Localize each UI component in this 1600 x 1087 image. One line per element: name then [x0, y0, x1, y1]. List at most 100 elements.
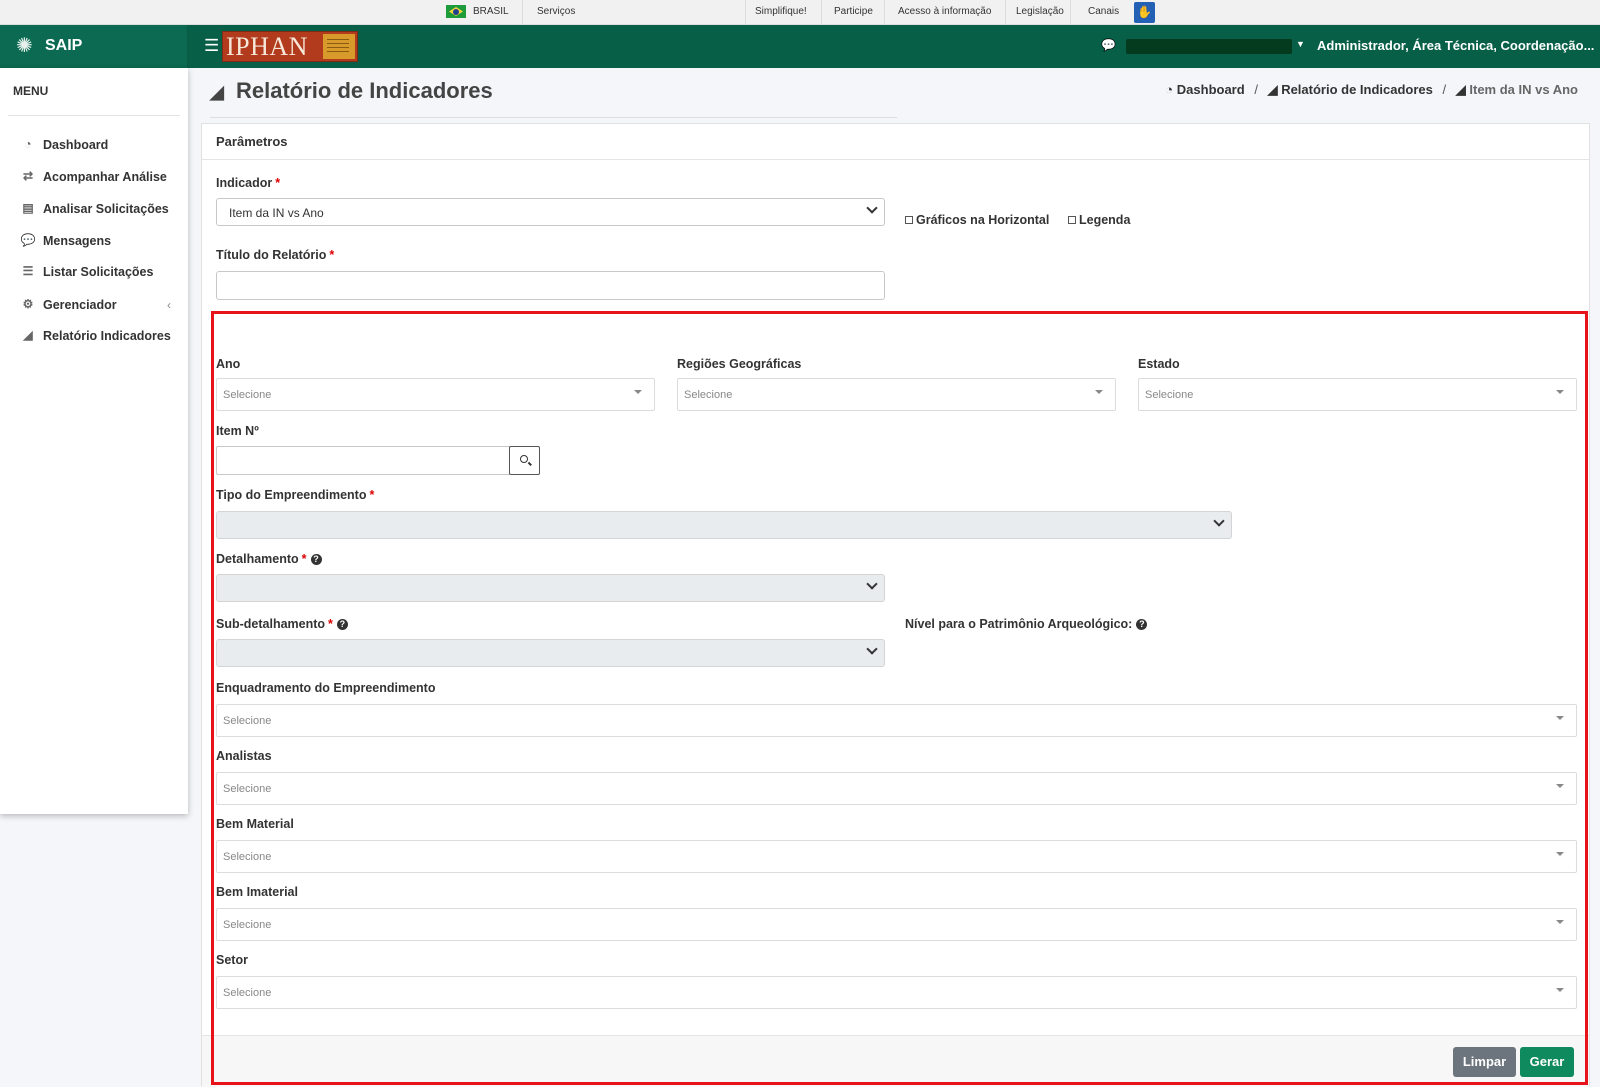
horizontal-checkbox[interactable]: Gráficos na Horizontal [905, 213, 1049, 227]
sidebar: MENU ◔ Dashboard ⇄ Acompanhar Análise ▤ … [0, 68, 188, 814]
caret-down-icon [1556, 988, 1564, 992]
breadcrumb-current: Item da IN vs Ano [1469, 82, 1578, 97]
estado-label: Estado [1138, 357, 1180, 371]
sidebar-item-label: Dashboard [43, 138, 109, 152]
checkbox-box[interactable] [905, 216, 913, 224]
search-button[interactable] [509, 446, 540, 475]
gov-legislacao-link[interactable]: Legislação [1016, 6, 1064, 17]
breadcrumb-relatorio[interactable]: Relatório de Indicadores [1281, 82, 1433, 97]
page-title: ◢ Relatório de Indicadores [210, 78, 493, 104]
analistas-select[interactable]: Selecione [216, 772, 1577, 805]
chevron-down-icon [866, 578, 878, 590]
setor-label: Setor [216, 953, 248, 967]
gov-simplifique-link[interactable]: Simplifique! [755, 6, 807, 17]
menu-toggle-icon[interactable]: ☰ [204, 36, 219, 56]
indicador-label: Indicador * [216, 176, 281, 190]
sidebar-item-acompanhar-analise[interactable]: ⇄ Acompanhar Análise [0, 165, 188, 189]
breadcrumb-dashboard[interactable]: Dashboard [1177, 82, 1245, 97]
select-placeholder: Selecione [223, 851, 272, 863]
gov-bar: BRASIL Serviços Simplifique! Participe A… [0, 0, 1600, 25]
ano-select[interactable]: Selecione [216, 378, 655, 411]
item-label: Item Nº [216, 424, 259, 438]
titulo-input[interactable] [216, 271, 885, 300]
list-icon: ☰ [22, 264, 34, 278]
select-placeholder: Selecione [684, 389, 733, 401]
sidebar-divider [8, 115, 180, 116]
question-circle-icon[interactable]: ? [310, 554, 322, 565]
item-input[interactable] [216, 446, 510, 475]
regioes-select[interactable]: Selecione [677, 378, 1116, 411]
chat-icon[interactable]: 💬 [1101, 38, 1116, 52]
dashboard-icon: ◔ [1165, 82, 1174, 97]
sidebar-item-label: Acompanhar Análise [43, 170, 167, 184]
comments-icon: 💬 [20, 233, 36, 247]
dashboard-icon: ◔ [24, 137, 32, 151]
sidebar-item-label: Analisar Solicitações [43, 202, 169, 216]
brazil-flag-icon [446, 5, 466, 18]
limpar-button[interactable]: Limpar [1453, 1047, 1516, 1077]
chevron-down-icon [1213, 515, 1225, 527]
question-circle-icon[interactable]: ? [1136, 619, 1148, 630]
search-icon [520, 455, 528, 463]
bem-material-select[interactable]: Selecione [216, 840, 1577, 873]
titulo-label: Título do Relatório * [216, 248, 335, 262]
enquadramento-label: Enquadramento do Empreendimento [216, 681, 436, 695]
app-name: SAIP [45, 37, 83, 54]
gov-brasil-link[interactable]: BRASIL [473, 6, 509, 17]
legenda-checkbox[interactable]: Legenda [1068, 213, 1130, 227]
breadcrumb: ◔ Dashboard / ◢ Relatório de Indicadores… [1165, 82, 1578, 97]
bem-imaterial-label: Bem Imaterial [216, 885, 298, 899]
iphan-logo: IPHAN [222, 31, 358, 62]
area-chart-icon: ◢ [23, 328, 33, 342]
checkbox-box[interactable] [1068, 216, 1076, 224]
gov-servicos-link[interactable]: Serviços [537, 6, 575, 17]
caret-down-icon [1556, 852, 1564, 856]
user-name-redacted[interactable] [1126, 39, 1292, 54]
sidebar-item-label: Listar Solicitações [43, 265, 154, 279]
tipo-select[interactable] [216, 511, 1232, 539]
analistas-label: Analistas [216, 749, 272, 763]
caret-down-icon [1556, 920, 1564, 924]
caret-down-icon [1095, 390, 1103, 394]
gov-canais-link[interactable]: Canais [1088, 6, 1119, 17]
sidebar-item-mensagens[interactable]: 💬 Mensagens [0, 229, 188, 253]
enquadramento-select[interactable]: Selecione [216, 704, 1577, 737]
sidebar-item-listar-solicitacoes[interactable]: ☰ Listar Solicitações [0, 260, 188, 284]
gov-participe-link[interactable]: Participe [834, 6, 873, 17]
caret-down-icon [634, 390, 642, 394]
tipo-label: Tipo do Empreendimento * [216, 488, 375, 502]
gov-acesso-link[interactable]: Acesso à informação [898, 6, 991, 17]
bem-imaterial-select[interactable]: Selecione [216, 908, 1577, 941]
parameters-card: Parâmetros Indicador * Item da IN vs Ano … [201, 123, 1590, 1087]
accessibility-hand-icon[interactable]: ✋ [1134, 2, 1155, 23]
indicador-value: Item da IN vs Ano [229, 206, 324, 220]
sidebar-item-label: Gerenciador [43, 298, 117, 312]
select-placeholder: Selecione [223, 987, 272, 999]
select-placeholder: Selecione [223, 389, 272, 401]
iphan-logo-text: IPHAN [226, 32, 308, 61]
caret-down-icon[interactable]: ▼ [1296, 39, 1305, 49]
subdetalhamento-select[interactable] [216, 639, 885, 667]
chevron-down-icon [866, 202, 878, 214]
bem-material-label: Bem Material [216, 817, 294, 831]
indicador-select[interactable]: Item da IN vs Ano [216, 198, 885, 226]
card-title: Parâmetros [216, 134, 288, 149]
sidebar-item-analisar-solicitacoes[interactable]: ▤ Analisar Solicitações [0, 197, 188, 221]
detalhamento-select[interactable] [216, 574, 885, 602]
detalhamento-label: Detalhamento *? [216, 552, 322, 566]
nivel-label: Nível para o Patrimônio Arqueológico:? [905, 617, 1148, 631]
sidebar-item-dashboard[interactable]: ◔ Dashboard [0, 133, 188, 157]
book-icon: ▤ [22, 201, 34, 215]
chevron-down-icon [866, 643, 878, 655]
sidebar-item-relatorio-indicadores[interactable]: ◢ Relatório Indicadores [0, 324, 188, 348]
user-role[interactable]: Administrador, Área Técnica, Coordenação… [1317, 38, 1594, 53]
sidebar-item-gerenciador[interactable]: ⚙ Gerenciador ‹ [0, 293, 188, 317]
question-circle-icon[interactable]: ? [336, 619, 348, 630]
sidebar-item-label: Mensagens [43, 234, 112, 248]
estado-select[interactable]: Selecione [1138, 378, 1577, 411]
brand[interactable]: ✺ SAIP [0, 25, 188, 68]
gerar-button[interactable]: Gerar [1520, 1047, 1574, 1077]
setor-select[interactable]: Selecione [216, 976, 1577, 1009]
select-placeholder: Selecione [1145, 389, 1194, 401]
select-placeholder: Selecione [223, 715, 272, 727]
